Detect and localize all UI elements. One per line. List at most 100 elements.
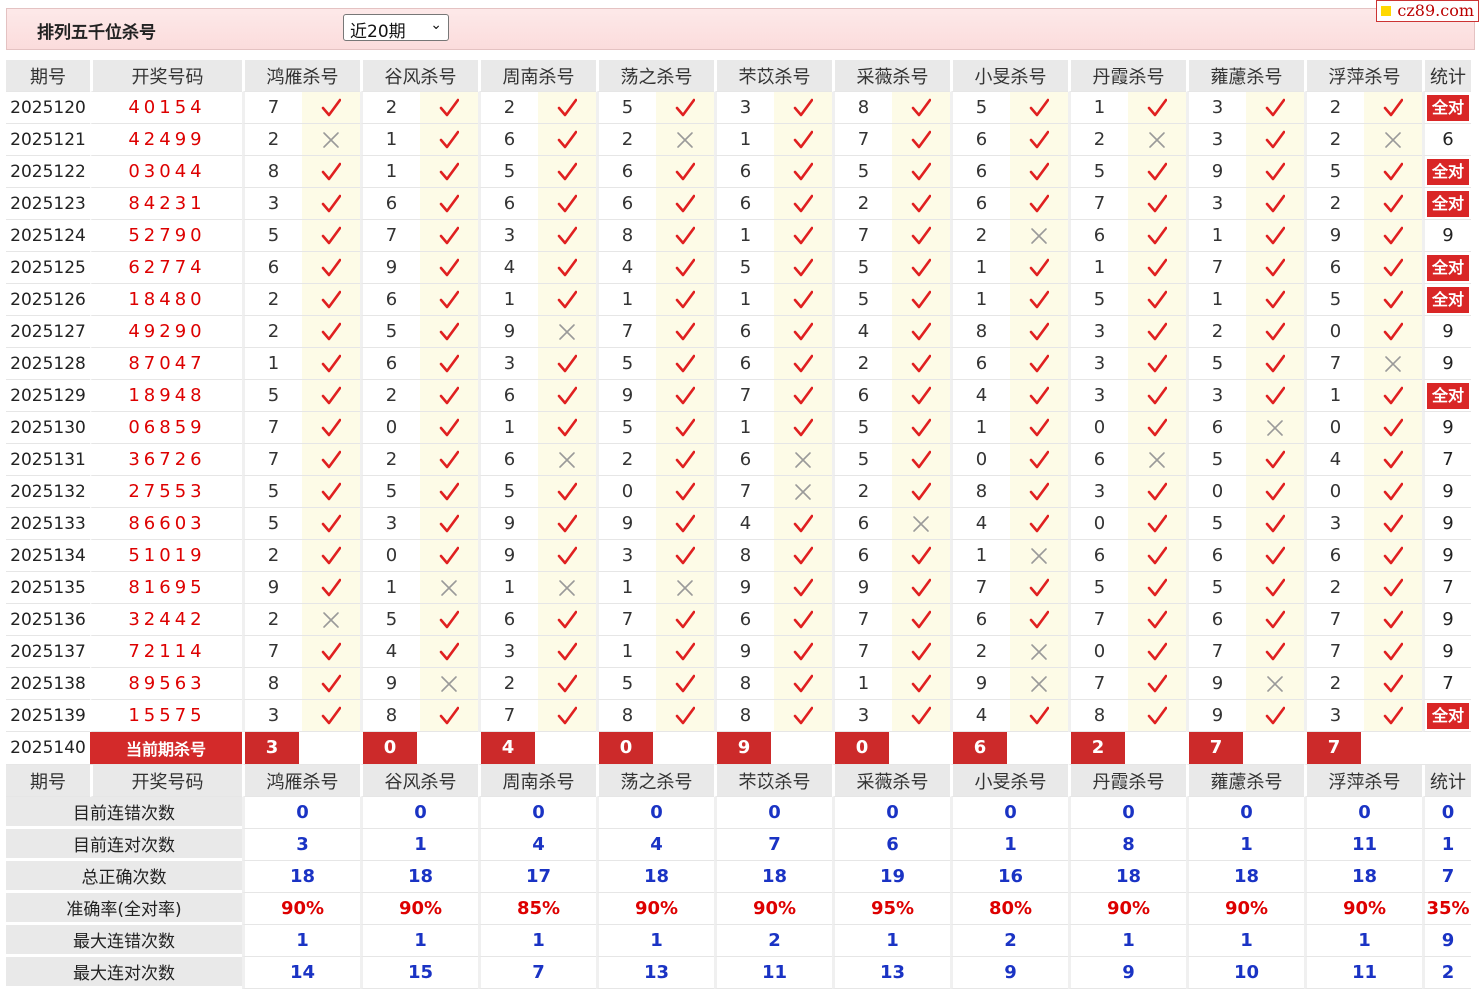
- check-icon: [321, 386, 341, 405]
- result-mark-cell: [1246, 540, 1304, 572]
- check-icon: [557, 130, 577, 149]
- kill-number-cell: 3: [1186, 92, 1246, 124]
- check-icon: [793, 610, 813, 629]
- result-mark-cell: [1246, 476, 1304, 508]
- check-icon: [1147, 290, 1167, 309]
- result-mark-cell: [1010, 604, 1068, 636]
- check-icon: [911, 290, 931, 309]
- result-mark-cell: [892, 124, 950, 156]
- kill-number-cell: 6: [596, 188, 656, 220]
- check-icon: [557, 226, 577, 245]
- result-mark-cell: [656, 220, 714, 252]
- header-draw: 开奖号码: [90, 60, 242, 92]
- result-mark-cell: [1128, 604, 1186, 636]
- top-bar: 排列五千位杀号 近20期 ⌄: [6, 8, 1475, 50]
- kill-number-cell: 9: [478, 508, 538, 540]
- check-icon: [1265, 642, 1285, 661]
- kill-number-cell: 1: [360, 156, 420, 188]
- kill-number-cell: 7: [1304, 636, 1364, 668]
- result-mark-cell: [420, 188, 478, 220]
- result-mark-cell: [1128, 444, 1186, 476]
- summary-value: 1: [832, 925, 950, 957]
- kill-number-cell: 1: [950, 252, 1010, 284]
- result-mark-cell: [420, 476, 478, 508]
- kill-number-cell: 7: [714, 476, 774, 508]
- result-mark-cell: [302, 124, 360, 156]
- period-cell: 2025137: [6, 636, 90, 668]
- result-mark-cell: [1128, 252, 1186, 284]
- check-icon: [1147, 418, 1167, 437]
- period-cell: 2025128: [6, 348, 90, 380]
- result-mark-cell: [892, 156, 950, 188]
- check-icon: [675, 642, 695, 661]
- summary-value: 80%: [950, 893, 1068, 925]
- current-period-cell: 2025140: [6, 732, 90, 765]
- check-icon: [1029, 482, 1049, 501]
- kill-number-cell: 7: [1068, 668, 1128, 700]
- check-icon: [911, 98, 931, 117]
- kill-number-cell: 6: [1186, 540, 1246, 572]
- result-mark-cell: [1246, 380, 1304, 412]
- result-mark-cell: [774, 348, 832, 380]
- check-icon: [557, 706, 577, 725]
- result-mark-cell: [774, 508, 832, 540]
- result-mark-cell: [656, 284, 714, 316]
- kill-number-cell: 0: [1304, 412, 1364, 444]
- result-mark-cell: [1364, 252, 1422, 284]
- table-row: 2025138 89563 8 9 2 5 8 1 9 7 9 2 7: [6, 668, 1471, 700]
- check-icon: [1029, 514, 1049, 533]
- result-mark-cell: [538, 92, 596, 124]
- draw-number-cell: 49290: [90, 316, 242, 348]
- current-kill-cell: 9: [714, 732, 774, 765]
- cross-icon: [323, 612, 339, 628]
- check-icon: [911, 418, 931, 437]
- result-mark-cell: [302, 348, 360, 380]
- check-icon: [911, 226, 931, 245]
- kill-number-cell: 1: [360, 124, 420, 156]
- result-mark-cell: [1364, 572, 1422, 604]
- summary-value: 0: [1186, 797, 1304, 829]
- result-mark-cell: [656, 604, 714, 636]
- result-mark-cell: [538, 316, 596, 348]
- kill-number-cell: 5: [832, 156, 892, 188]
- site-logo[interactable]: cz89.com: [1376, 0, 1479, 22]
- kill-number-cell: 2: [1068, 124, 1128, 156]
- result-mark-cell: [892, 220, 950, 252]
- kill-number-cell: 7: [478, 700, 538, 732]
- result-mark-cell: [538, 284, 596, 316]
- check-icon: [793, 642, 813, 661]
- draw-number-cell: 89563: [90, 668, 242, 700]
- period-range-select[interactable]: 近20期 ⌄: [343, 14, 449, 42]
- summary-value: 90%: [1304, 893, 1422, 925]
- kill-number-cell: 5: [242, 220, 302, 252]
- check-icon: [675, 706, 695, 725]
- kill-number-cell: 5: [832, 412, 892, 444]
- check-icon: [439, 546, 459, 565]
- result-mark-cell: [420, 156, 478, 188]
- kill-number-cell: 2: [1186, 316, 1246, 348]
- result-mark-cell: [656, 668, 714, 700]
- check-icon: [793, 98, 813, 117]
- kill-number-cell: 1: [360, 572, 420, 604]
- kill-number-cell: 7: [832, 220, 892, 252]
- result-mark-cell: [538, 380, 596, 412]
- result-mark-cell: [892, 572, 950, 604]
- kill-number-cell: 0: [1068, 508, 1128, 540]
- result-mark-cell: [1010, 444, 1068, 476]
- check-icon: [1147, 642, 1167, 661]
- current-kill-spacer: [538, 732, 596, 765]
- result-mark-cell: [1364, 156, 1422, 188]
- current-kill-cell: 7: [1186, 732, 1246, 765]
- result-mark-cell: [774, 380, 832, 412]
- table-row: 2025130 06859 7 0 1 5 1 5 1 0 6 0 9: [6, 412, 1471, 444]
- check-icon: [1147, 610, 1167, 629]
- result-mark-cell: [1010, 92, 1068, 124]
- check-icon: [675, 322, 695, 341]
- kill-number-cell: 5: [360, 604, 420, 636]
- table-row: 2025125 62774 6 9 4 4 5 5 1 1 7 6 全对: [6, 252, 1471, 284]
- cross-icon: [1031, 548, 1047, 564]
- result-mark-cell: [1246, 188, 1304, 220]
- result-mark-cell: [302, 604, 360, 636]
- summary-stat: 9: [1422, 925, 1471, 957]
- summary-value: 1: [596, 925, 714, 957]
